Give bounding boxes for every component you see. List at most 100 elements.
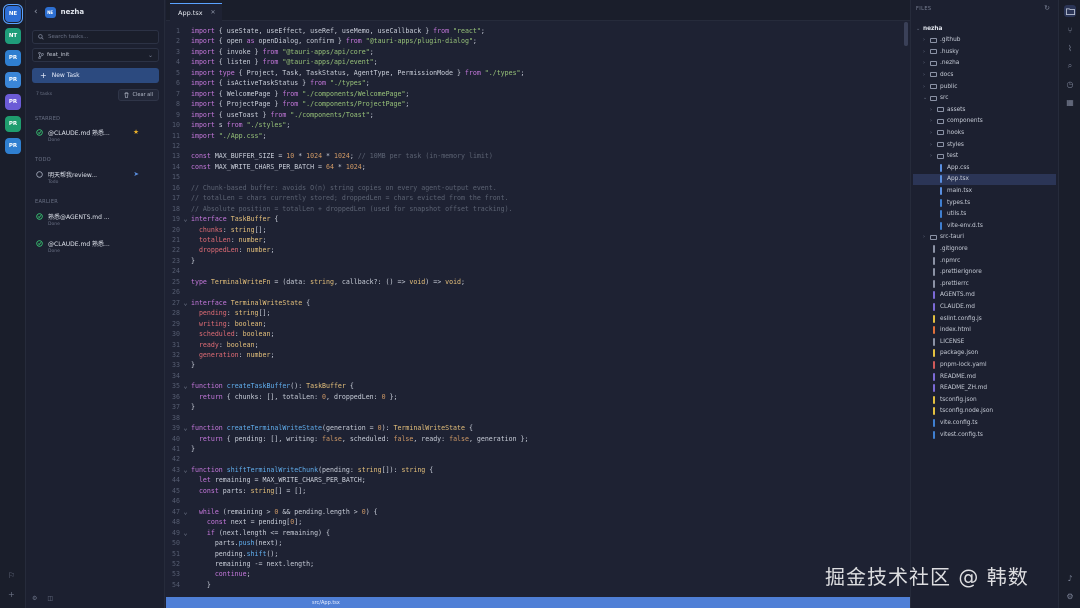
project-avatar[interactable]: NT	[5, 28, 21, 44]
grid-icon[interactable]: ▦	[1064, 96, 1076, 108]
file-item[interactable]: main.tsx	[913, 185, 1056, 196]
settings-icon[interactable]: ⚙	[32, 595, 37, 602]
task-item[interactable]: 熟悉@AGENTS.md ... Done	[32, 211, 159, 233]
file-item[interactable]: README_ZH.md	[913, 383, 1056, 394]
watermark: 掘金技术社区 @ 韩数	[825, 565, 1029, 589]
code-line: 32 generation: number;	[166, 350, 906, 361]
folder-icon[interactable]	[1064, 5, 1076, 17]
folder-item[interactable]: › test	[913, 151, 1056, 162]
new-task-button[interactable]: + New Task	[32, 68, 159, 83]
check-circle-icon	[36, 213, 43, 220]
code-line: 43 ⌄ function shiftTerminalWriteChunk(pend…	[166, 465, 906, 476]
code-text: import "./App.css";	[191, 131, 267, 140]
search-input[interactable]	[48, 34, 148, 40]
refresh-icon[interactable]: ↻	[1044, 4, 1050, 12]
search-icon[interactable]: ⌕	[1064, 60, 1076, 72]
code-area[interactable]: 1 import { useState, useEffect, useRef, u…	[166, 26, 906, 598]
file-item[interactable]: CLAUDE.md	[913, 301, 1056, 312]
folder-item[interactable]: › .nezha	[913, 58, 1056, 69]
file-item[interactable]: types.ts	[913, 197, 1056, 208]
fold-icon[interactable]: ⌄	[180, 528, 191, 539]
folder-item[interactable]: › .husky	[913, 46, 1056, 57]
task-item[interactable]: 明天帮我review... Todo ➤	[32, 169, 159, 191]
fold-icon[interactable]: ⌄	[180, 465, 191, 476]
project-avatar[interactable]: PR	[5, 94, 21, 110]
file-item[interactable]: .prettierignore	[913, 267, 1056, 278]
close-icon[interactable]: ✕	[211, 9, 216, 16]
file-item[interactable]: index.html	[913, 325, 1056, 336]
folder-item[interactable]: ⌄ src	[913, 93, 1056, 104]
add-project-icon[interactable]: +	[8, 590, 15, 599]
folder-item[interactable]: › hooks	[913, 127, 1056, 138]
code-line: 50 parts.push(next);	[166, 538, 906, 549]
collapse-icon[interactable]: ◫	[47, 595, 53, 602]
folder-item[interactable]: › styles	[913, 139, 1056, 150]
help-icon[interactable]: ⚐	[8, 571, 15, 580]
task-item[interactable]: @CLAUDE.md 熟悉... Done	[32, 238, 159, 260]
fold-icon[interactable]: ⌄	[180, 381, 191, 392]
folder-item[interactable]: › docs	[913, 69, 1056, 80]
play-icon[interactable]: ➤	[134, 170, 139, 178]
line-number: 39	[172, 424, 180, 433]
code-line: 13 const MAX_BUFFER_SIZE = 10 * 1024 * 10…	[166, 151, 906, 162]
file-name: package.json	[940, 350, 979, 357]
branch-selector[interactable]: feat_init ⌄	[32, 48, 159, 62]
file-item[interactable]: vite.config.ts	[913, 417, 1056, 428]
file-item[interactable]: .npmrc	[913, 255, 1056, 266]
file-item[interactable]: LICENSE	[913, 336, 1056, 347]
project-avatar[interactable]: PR	[5, 50, 21, 66]
folder-item[interactable]: › .github	[913, 35, 1056, 46]
file-item[interactable]: App.tsx	[913, 173, 1056, 185]
file-item[interactable]: pnpm-lock.yaml	[913, 359, 1056, 370]
folder-item[interactable]: › src-tauri	[913, 232, 1056, 243]
code-text: }	[191, 256, 195, 265]
code-text: function shiftTerminalWriteChunk(pending…	[191, 465, 434, 474]
file-item[interactable]: eslint.config.js	[913, 313, 1056, 324]
file-item[interactable]: vite-env.d.ts	[913, 220, 1056, 231]
bell-icon[interactable]: ♪	[1064, 572, 1076, 584]
file-item[interactable]: README.md	[913, 371, 1056, 382]
clock-icon[interactable]: ◷	[1064, 78, 1076, 90]
settings-icon[interactable]: ⚙	[1064, 590, 1076, 602]
folder-item[interactable]: › components	[913, 116, 1056, 127]
code-text: const next = pending[0];	[206, 518, 303, 527]
task-count: 7 tasks	[36, 92, 53, 97]
file-item[interactable]: tsconfig.node.json	[913, 406, 1056, 417]
fold-icon[interactable]: ⌄	[180, 298, 191, 309]
folder-item[interactable]: › public	[913, 81, 1056, 92]
folder-item[interactable]: ⌄ nezha	[913, 23, 1056, 34]
file-item[interactable]: .gitignore	[913, 243, 1056, 254]
tab-app-tsx[interactable]: App.tsx ✕	[170, 3, 222, 21]
project-avatar[interactable]: PR	[5, 116, 21, 132]
clear-all-button[interactable]: Clear all	[118, 88, 159, 101]
chevron-down-icon: ⌄	[923, 95, 928, 102]
file-icon	[930, 326, 937, 335]
file-item[interactable]: AGENTS.md	[913, 290, 1056, 301]
folder-item[interactable]: › assets	[913, 104, 1056, 115]
git-branch-icon[interactable]: ⑂	[1064, 24, 1076, 36]
line-number: 15	[172, 173, 180, 182]
file-item[interactable]: package.json	[913, 348, 1056, 359]
file-item[interactable]: vitest.config.ts	[913, 429, 1056, 440]
project-avatar[interactable]: PR	[5, 138, 21, 154]
file-item[interactable]: .prettierrc	[913, 278, 1056, 289]
code-text: function createTaskBuffer(): TaskBuffer …	[191, 382, 354, 391]
git-graph-icon[interactable]: ⌇	[1064, 42, 1076, 54]
task-item[interactable]: @CLAUDE.md 熟悉... Done ★	[32, 127, 159, 149]
project-avatar[interactable]: PR	[5, 72, 21, 88]
code-line: 19 ⌄ interface TaskBuffer {	[166, 214, 906, 225]
code-editor: App.tsx ✕ 1 import { useState, useEffect,…	[166, 0, 910, 608]
editor-status-bar: src/App.tsx	[166, 597, 910, 608]
code-line: 38	[166, 413, 906, 424]
file-item[interactable]: tsconfig.json	[913, 394, 1056, 405]
file-item[interactable]: utils.ts	[913, 209, 1056, 220]
editor-scrollbar[interactable]	[904, 22, 908, 46]
fold-icon[interactable]: ⌄	[180, 507, 191, 518]
star-icon[interactable]: ★	[133, 128, 139, 136]
back-icon[interactable]: ‹	[34, 7, 38, 17]
file-item[interactable]: App.css	[913, 162, 1056, 173]
folder-icon	[930, 60, 937, 67]
fold-icon[interactable]: ⌄	[180, 423, 191, 434]
project-avatar[interactable]: NE	[3, 4, 23, 24]
fold-icon[interactable]: ⌄	[180, 214, 191, 225]
